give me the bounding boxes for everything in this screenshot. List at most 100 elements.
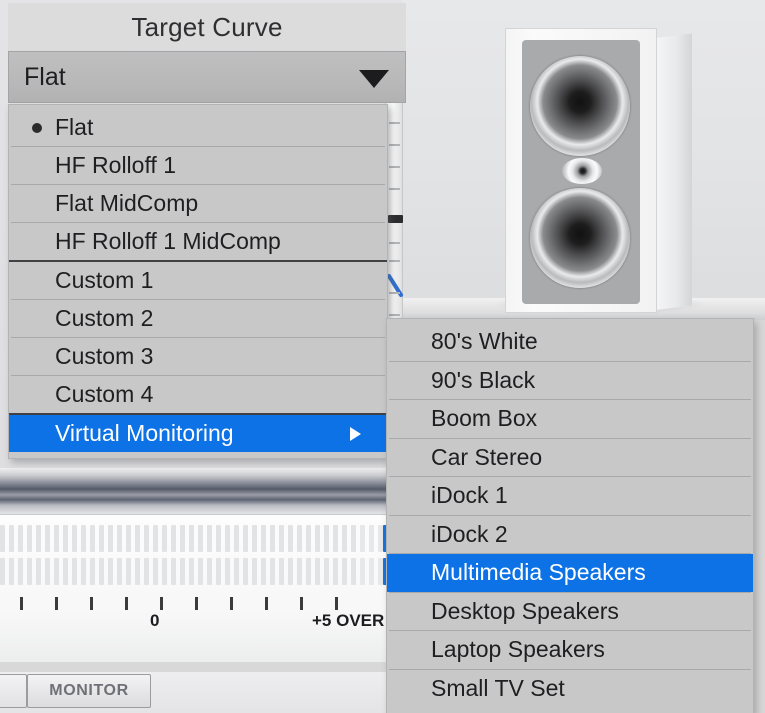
unlabeled-button[interactable]	[0, 674, 27, 708]
menu-item-label: Flat MidComp	[55, 190, 199, 216]
submenu-item-car-stereo[interactable]: Car Stereo	[387, 439, 753, 477]
target-curve-menu[interactable]: Flat HF Rolloff 1 Flat MidComp HF Rolloff 1…	[8, 104, 388, 459]
meter-segment	[108, 525, 113, 552]
submenu-item-idock-1[interactable]: iDock 1	[387, 477, 753, 515]
submenu-item-boom-box[interactable]: Boom Box	[387, 400, 753, 438]
submenu-item-multimedia-speakers[interactable]: Multimedia Speakers	[387, 554, 753, 592]
submenu-item-90-s-black[interactable]: 90's Black	[387, 362, 753, 400]
menu-item-label: HF Rolloff 1 MidComp	[55, 228, 281, 254]
menu-item-label: Flat	[55, 114, 94, 140]
selected-bullet-icon	[32, 122, 42, 133]
meter-segment	[324, 525, 329, 552]
meter-segment	[342, 525, 347, 552]
meter-segment	[117, 525, 122, 552]
menu-item-virtual-monitoring[interactable]: Virtual Monitoring	[9, 415, 387, 452]
submenu-item-80-s-white[interactable]: 80's White	[387, 323, 753, 361]
meter-segment	[360, 558, 365, 585]
submenu-item-laptop-speakers[interactable]: Laptop Speakers	[387, 631, 753, 669]
menu-item-hf-rolloff-1[interactable]: HF Rolloff 1	[9, 147, 387, 184]
fader-handle[interactable]	[388, 215, 403, 223]
meter-segment	[360, 525, 365, 552]
meter-segment	[234, 558, 239, 585]
menu-item-flat-midcomp[interactable]: Flat MidComp	[9, 185, 387, 222]
meter-segment	[117, 558, 122, 585]
menu-item-label: Custom 2	[55, 305, 154, 331]
meter-segment	[90, 525, 95, 552]
speaker-baffle	[522, 40, 640, 304]
submenu-item-label: Small TV Set	[431, 674, 565, 701]
submenu-item-label: iDock 1	[431, 482, 508, 509]
menu-item-custom-1[interactable]: Custom 1	[9, 262, 387, 299]
meter-segment	[153, 558, 158, 585]
meter-tick	[125, 597, 128, 610]
submenu-item-desktop-speakers[interactable]: Desktop Speakers	[387, 593, 753, 631]
level-meter-scale-labels: 0 +5 OVER	[0, 611, 404, 633]
meter-segment	[189, 558, 194, 585]
menu-item-custom-4[interactable]: Custom 4	[9, 376, 387, 413]
menu-item-label: HF Rolloff 1	[55, 152, 177, 178]
submenu-item-small-tv-set[interactable]: Small TV Set	[387, 670, 753, 708]
fader-tick	[389, 122, 400, 124]
meter-segment	[243, 558, 248, 585]
submenu-item-label: 80's White	[431, 328, 538, 355]
speaker-cabinet-front	[505, 28, 657, 313]
meter-tick	[265, 597, 268, 610]
meter-segment	[306, 558, 311, 585]
meter-tick	[20, 597, 23, 610]
meter-segment	[9, 525, 14, 552]
meter-tick	[230, 597, 233, 610]
meter-segment	[0, 558, 5, 585]
menu-item-custom-2[interactable]: Custom 2	[9, 300, 387, 337]
meter-segment	[189, 525, 194, 552]
meter-segment	[18, 558, 23, 585]
target-curve-dropdown[interactable]: Flat	[8, 51, 406, 103]
meter-segment	[270, 558, 275, 585]
meter-segment	[108, 558, 113, 585]
meter-segment	[45, 525, 50, 552]
meter-segment	[261, 525, 266, 552]
menu-item-label: Virtual Monitoring	[55, 420, 234, 446]
meter-segment	[351, 525, 356, 552]
meter-segment	[171, 558, 176, 585]
meter-segment	[369, 558, 374, 585]
fader-tick	[389, 314, 400, 316]
meter-segment	[63, 558, 68, 585]
target-curve-value: Flat	[24, 62, 66, 91]
menu-item-label: Custom 3	[55, 343, 154, 369]
meter-segment	[297, 525, 302, 552]
monitor-button[interactable]: MONITOR	[27, 674, 151, 708]
submenu-item-label: Laptop Speakers	[431, 636, 605, 663]
meter-segment	[135, 558, 140, 585]
meter-segment	[153, 525, 158, 552]
panel-title: Target Curve	[8, 3, 406, 51]
meter-segment	[36, 525, 41, 552]
menu-item-label: Custom 4	[55, 381, 154, 407]
meter-segment	[99, 558, 104, 585]
submenu-item-label: Car Stereo	[431, 443, 543, 470]
meter-segment	[63, 525, 68, 552]
submenu-item-label: Desktop Speakers	[431, 597, 619, 624]
meter-tick	[90, 597, 93, 610]
meter-segment	[315, 525, 320, 552]
menu-item-hf-rolloff-1-midcomp[interactable]: HF Rolloff 1 MidComp	[9, 223, 387, 260]
menu-item-custom-3[interactable]: Custom 3	[9, 338, 387, 375]
fader-blue-marker	[387, 274, 404, 298]
meter-segment	[216, 558, 221, 585]
meter-segment	[207, 525, 212, 552]
application-window: 0 +5 OVER MONITOR Target Curve Flat Flat H…	[0, 0, 765, 713]
menu-item-flat[interactable]: Flat	[9, 109, 387, 146]
meter-segment	[162, 525, 167, 552]
submenu-arrow-icon	[350, 426, 361, 441]
virtual-monitoring-submenu[interactable]: 80's White 90's Black Boom Box Car Stereo iD…	[386, 318, 754, 713]
meter-segment	[9, 558, 14, 585]
meter-segment	[279, 558, 284, 585]
woofer-bottom-icon	[530, 188, 630, 288]
meter-segment	[0, 525, 5, 552]
submenu-item-label: iDock 2	[431, 520, 508, 547]
meter-segment	[162, 558, 167, 585]
meter-segment	[54, 525, 59, 552]
meter-segment	[198, 558, 203, 585]
meter-segment	[252, 558, 257, 585]
submenu-item-idock-2[interactable]: iDock 2	[387, 516, 753, 554]
meter-segment	[279, 525, 284, 552]
